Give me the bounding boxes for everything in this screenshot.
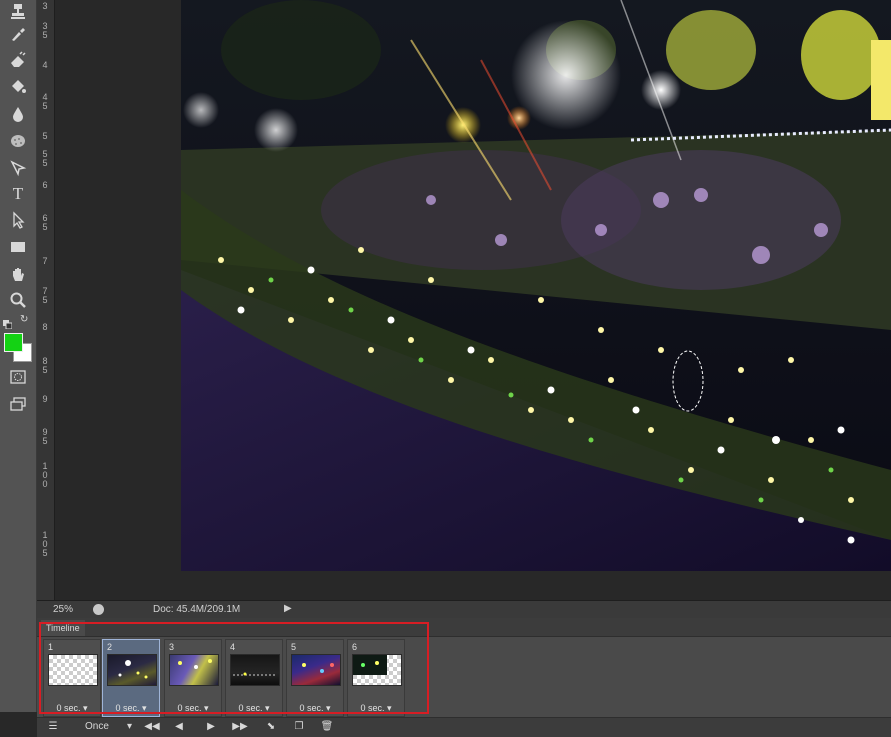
loop-options-dropdown[interactable]: Once ▾ (75, 720, 135, 734)
status-bar: 25% Doc: 45.4M/209.1M ▶ (37, 600, 891, 619)
type-icon[interactable]: T (6, 183, 30, 205)
chevron-down-icon: ▾ (265, 703, 270, 713)
frame-thumbnail (352, 654, 402, 686)
doc-info: Doc: 45.4M/209.1M (153, 604, 241, 615)
frame-delay-dropdown[interactable]: 0 sec. ▾ (226, 703, 282, 714)
ruler-label: 1 0 5 (42, 530, 48, 558)
frame-delay-dropdown[interactable]: 0 sec. ▾ (165, 703, 221, 714)
frame-delay-dropdown[interactable]: 0 sec. ▾ (44, 703, 100, 714)
ruler-label: 4 (42, 60, 48, 70)
animation-frame-1[interactable]: 1 0 sec. ▾ (43, 639, 101, 717)
frame-number: 2 (107, 642, 113, 652)
screen-mode-icon[interactable] (6, 393, 30, 415)
document-image[interactable] (181, 0, 891, 571)
ruler-label: 9 (42, 394, 48, 404)
ruler-label: 7 (42, 256, 48, 266)
frame-delay-value: 0 sec. (360, 703, 385, 713)
default-colors-icon[interactable] (3, 316, 13, 330)
frame-delay-value: 0 sec. (299, 703, 324, 713)
timeline-controls: ☰ Once ▾ ◀◀ ◀ ▶ ▶▶ ⬊ ❐ 🗑 (37, 717, 891, 737)
timeline-tab[interactable]: Timeline (41, 620, 85, 636)
convert-timeline-icon[interactable]: ☰ (45, 720, 61, 734)
ruler-label: 1 0 0 (42, 461, 48, 489)
paint-bucket-icon[interactable] (6, 76, 30, 98)
ruler-label: 9 5 (42, 427, 48, 446)
swap-colors-icon[interactable]: ↻ (20, 315, 30, 325)
stamp-icon[interactable] (6, 0, 30, 22)
eraser-icon[interactable] (6, 49, 30, 71)
status-menu-arrow-icon[interactable]: ▶ (284, 603, 292, 614)
quick-mask-icon[interactable] (6, 366, 30, 388)
ruler-label: 3 5 (42, 21, 48, 40)
timeline-tabbar: Timeline (37, 618, 891, 637)
history-brush-icon[interactable] (6, 23, 30, 45)
duplicate-frame-icon[interactable]: ❐ (291, 720, 307, 734)
ruler-label: 5 (42, 131, 48, 141)
first-frame-icon[interactable]: ◀◀ (143, 720, 161, 734)
sponge-icon[interactable] (6, 129, 30, 151)
frame-delay-value: 0 sec. (115, 703, 140, 713)
foreground-color-swatch[interactable] (4, 333, 23, 352)
ruler-label: 3 (42, 1, 48, 11)
vertical-ruler: 3 3 5 4 4 5 5 5 5 6 6 5 7 7 5 8 8 5 9 9 … (37, 0, 55, 600)
frame-number: 5 (291, 642, 297, 652)
frame-thumbnail (107, 654, 157, 686)
frame-thumbnail (291, 654, 341, 686)
animation-frame-4[interactable]: 4 0 sec. ▾ (225, 639, 283, 717)
pen-icon[interactable] (6, 157, 30, 179)
rectangle-icon[interactable] (6, 236, 30, 258)
chevron-down-icon: ▾ (204, 703, 209, 713)
blur-icon[interactable] (6, 103, 30, 125)
previous-frame-icon[interactable]: ◀ (171, 720, 187, 734)
chevron-down-icon: ▾ (387, 703, 392, 713)
ruler-label: 7 5 (42, 286, 48, 305)
ruler-label: 8 (42, 322, 48, 332)
next-frame-icon[interactable]: ▶▶ (231, 720, 249, 734)
ruler-label: 5 5 (42, 149, 48, 168)
ruler-label: 8 5 (42, 356, 48, 375)
frame-thumbnail (48, 654, 98, 686)
ruler-label: 6 (42, 180, 48, 190)
chevron-down-icon: ▾ (127, 721, 133, 732)
frame-delay-dropdown[interactable]: 0 sec. ▾ (348, 703, 404, 714)
frame-delay-value: 0 sec. (238, 703, 263, 713)
loop-option-value: Once (85, 721, 109, 732)
frame-number: 6 (352, 642, 358, 652)
frame-number: 1 (48, 642, 54, 652)
zoom-icon[interactable] (6, 289, 30, 311)
ruler-label: 6 5 (42, 213, 48, 232)
zoom-level[interactable]: 25% (53, 604, 73, 615)
chevron-down-icon: ▾ (83, 703, 88, 713)
trash-icon[interactable]: 🗑 (319, 720, 335, 734)
frame-delay-value: 0 sec. (56, 703, 81, 713)
frame-delay-value: 0 sec. (177, 703, 202, 713)
chevron-down-icon: ▾ (142, 703, 147, 713)
frame-thumbnail (230, 654, 280, 686)
animation-frame-2[interactable]: 2 0 sec. ▾ (102, 639, 160, 717)
animation-frame-5[interactable]: 5 0 sec. ▾ (286, 639, 344, 717)
ruler-label: 4 5 (42, 92, 48, 111)
chevron-down-icon: ▾ (326, 703, 331, 713)
play-icon[interactable]: ▶ (203, 720, 219, 734)
status-info-icon[interactable] (93, 604, 104, 615)
frame-number: 3 (169, 642, 175, 652)
animation-frame-6[interactable]: 6 0 sec. ▾ (347, 639, 405, 717)
frame-number: 4 (230, 642, 236, 652)
hand-icon[interactable] (6, 264, 30, 286)
animation-frame-3[interactable]: 3 0 sec. ▾ (164, 639, 222, 717)
timeline-panel: Timeline 1 0 sec. ▾ 2 0 sec. ▾ 3 0 sec. … (37, 618, 891, 737)
frame-delay-dropdown[interactable]: 0 sec. ▾ (287, 703, 343, 714)
tween-icon[interactable]: ⬊ (263, 720, 279, 734)
tools-panel: T ↻ (0, 0, 37, 712)
frame-thumbnail (169, 654, 219, 686)
path-selection-icon[interactable] (6, 209, 30, 231)
frame-delay-dropdown[interactable]: 0 sec. ▾ (103, 703, 159, 714)
